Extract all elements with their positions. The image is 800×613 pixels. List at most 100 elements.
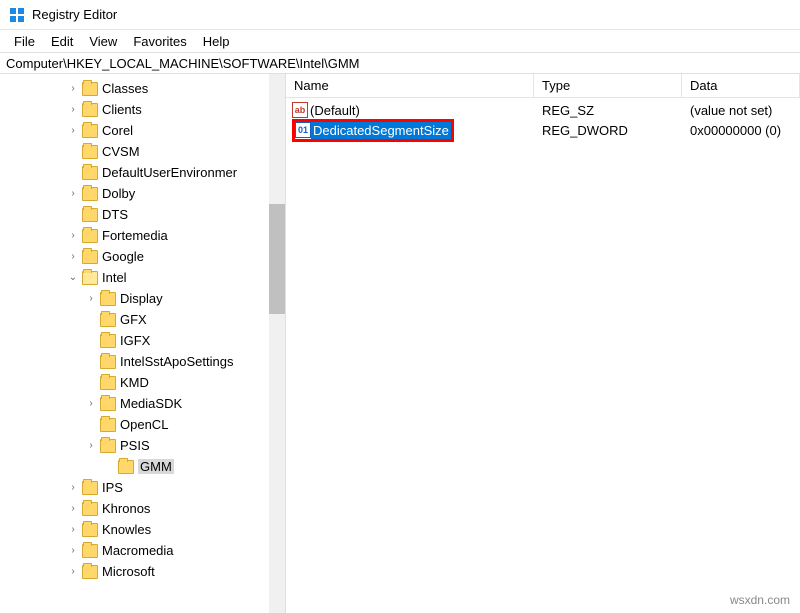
tree-item-label: PSIS xyxy=(120,438,150,453)
folder-icon xyxy=(118,460,134,474)
folder-icon xyxy=(82,229,98,243)
folder-icon xyxy=(82,145,98,159)
folder-icon xyxy=(82,523,98,537)
folder-icon xyxy=(100,355,116,369)
tree-item-label: GFX xyxy=(120,312,147,327)
tree-item-gmm[interactable]: GMM xyxy=(4,456,275,477)
address-bar[interactable]: Computer\HKEY_LOCAL_MACHINE\SOFTWARE\Int… xyxy=(0,52,800,74)
tree-item-label: CVSM xyxy=(102,144,140,159)
tree-item-label: IntelSstApoSettings xyxy=(120,354,233,369)
value-list-panel: Name Type Data ab(Default)REG_SZ(value n… xyxy=(286,74,800,613)
tree-item-intel[interactable]: ⌄Intel xyxy=(4,267,275,288)
menu-view[interactable]: View xyxy=(81,32,125,51)
tree-item-fortemedia[interactable]: ›Fortemedia xyxy=(4,225,275,246)
app-icon xyxy=(8,6,26,24)
chevron-right-icon[interactable]: › xyxy=(66,545,80,556)
folder-icon xyxy=(82,502,98,516)
tree-item-display[interactable]: › Display xyxy=(4,288,275,309)
value-data: (value not set) xyxy=(682,103,800,118)
watermark: wsxdn.com xyxy=(730,593,790,607)
folder-icon xyxy=(100,292,116,306)
tree-item-label: Display xyxy=(120,291,163,306)
window-title: Registry Editor xyxy=(32,7,117,22)
chevron-right-icon[interactable]: › xyxy=(66,566,80,577)
folder-icon xyxy=(82,250,98,264)
menu-help[interactable]: Help xyxy=(195,32,238,51)
menu-file[interactable]: File xyxy=(6,32,43,51)
folder-icon xyxy=(100,313,116,327)
chevron-down-icon[interactable]: ⌄ xyxy=(66,272,80,283)
registry-tree[interactable]: ›Classes›Clients›CorelCVSMDefaultUserEnv… xyxy=(0,74,275,586)
folder-icon xyxy=(82,166,98,180)
chevron-right-icon[interactable]: › xyxy=(66,482,80,493)
tree-item-label: MediaSDK xyxy=(120,396,182,411)
chevron-right-icon[interactable]: › xyxy=(66,251,80,262)
tree-item-label: KMD xyxy=(120,375,149,390)
value-type: REG_SZ xyxy=(534,103,682,118)
chevron-right-icon[interactable]: › xyxy=(84,398,98,409)
tree-item-gfx[interactable]: GFX xyxy=(4,309,275,330)
tree-item-opencl[interactable]: OpenCL xyxy=(4,414,275,435)
folder-icon xyxy=(100,418,116,432)
tree-scrollbar-track[interactable] xyxy=(269,74,285,613)
content-area: ›Classes›Clients›CorelCVSMDefaultUserEnv… xyxy=(0,74,800,613)
folder-icon xyxy=(82,565,98,579)
tree-item-label: DefaultUserEnvironmer xyxy=(102,165,237,180)
tree-item-cvsm[interactable]: CVSM xyxy=(4,141,275,162)
tree-item-defaultuserenvironmer[interactable]: DefaultUserEnvironmer xyxy=(4,162,275,183)
title-bar: Registry Editor xyxy=(0,0,800,30)
tree-item-label: IPS xyxy=(102,480,123,495)
value-row[interactable]: ab(Default)REG_SZ(value not set) xyxy=(286,100,800,120)
tree-item-knowles[interactable]: › Knowles xyxy=(4,519,275,540)
tree-item-clients[interactable]: ›Clients xyxy=(4,99,275,120)
chevron-right-icon[interactable]: › xyxy=(66,104,80,115)
chevron-right-icon[interactable]: › xyxy=(66,503,80,514)
value-rows: ab(Default)REG_SZ(value not set)01Dedica… xyxy=(286,98,800,140)
folder-icon xyxy=(100,439,116,453)
tree-item-mediasdk[interactable]: › MediaSDK xyxy=(4,393,275,414)
tree-item-microsoft[interactable]: ›Microsoft xyxy=(4,561,275,582)
tree-item-psis[interactable]: › PSIS xyxy=(4,435,275,456)
chevron-right-icon[interactable]: › xyxy=(66,188,80,199)
chevron-right-icon[interactable]: › xyxy=(66,524,80,535)
tree-item-label: Knowles xyxy=(102,522,151,537)
tree-item-label: OpenCL xyxy=(120,417,168,432)
menu-bar: File Edit View Favorites Help xyxy=(0,30,800,52)
tree-item-kmd[interactable]: KMD xyxy=(4,372,275,393)
selection-highlight: 01DedicatedSegmentSize xyxy=(292,119,454,142)
dword-value-icon: 01 xyxy=(295,122,311,138)
tree-item-macromedia[interactable]: › Macromedia xyxy=(4,540,275,561)
tree-item-khronos[interactable]: ›Khronos xyxy=(4,498,275,519)
tree-item-classes[interactable]: ›Classes xyxy=(4,78,275,99)
folder-icon xyxy=(100,397,116,411)
tree-item-label: Macromedia xyxy=(102,543,174,558)
menu-favorites[interactable]: Favorites xyxy=(125,32,194,51)
tree-item-dolby[interactable]: ›Dolby xyxy=(4,183,275,204)
value-name: (Default) xyxy=(310,103,360,118)
tree-item-google[interactable]: ›Google xyxy=(4,246,275,267)
tree-item-dts[interactable]: DTS xyxy=(4,204,275,225)
folder-icon xyxy=(82,208,98,222)
tree-item-intelsstaposettings[interactable]: IntelSstApoSettings xyxy=(4,351,275,372)
tree-item-igfx[interactable]: IGFX xyxy=(4,330,275,351)
folder-icon xyxy=(82,124,98,138)
chevron-right-icon[interactable]: › xyxy=(84,440,98,451)
column-header-data[interactable]: Data xyxy=(682,74,800,97)
value-row[interactable]: 01DedicatedSegmentSize REG_DWORD0x0000000… xyxy=(286,120,800,140)
chevron-right-icon[interactable]: › xyxy=(66,125,80,136)
tree-item-corel[interactable]: › Corel xyxy=(4,120,275,141)
folder-icon xyxy=(82,481,98,495)
column-header-name[interactable]: Name xyxy=(286,74,534,97)
tree-item-ips[interactable]: › IPS xyxy=(4,477,275,498)
chevron-right-icon[interactable]: › xyxy=(66,83,80,94)
column-header-type[interactable]: Type xyxy=(534,74,682,97)
value-data: 0x00000000 (0) xyxy=(682,123,800,138)
tree-scrollbar-thumb[interactable] xyxy=(269,204,285,314)
tree-item-label: Corel xyxy=(102,123,133,138)
chevron-right-icon[interactable]: › xyxy=(66,230,80,241)
value-name: DedicatedSegmentSize xyxy=(311,122,451,139)
value-type: REG_DWORD xyxy=(534,123,682,138)
chevron-right-icon[interactable]: › xyxy=(84,293,98,304)
folder-icon xyxy=(82,82,98,96)
menu-edit[interactable]: Edit xyxy=(43,32,81,51)
